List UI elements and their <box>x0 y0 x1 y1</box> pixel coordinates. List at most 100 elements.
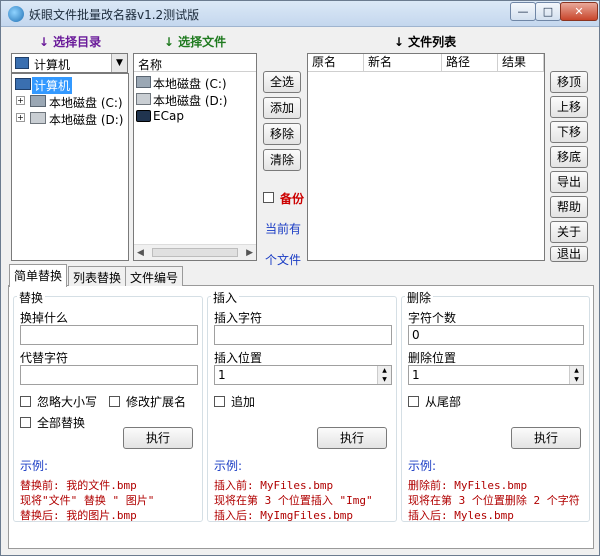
scroll-left-icon[interactable]: ◀ <box>137 248 144 258</box>
delete-example-title: 示例: <box>408 459 437 473</box>
insert-example-line: 插入后: MyImgFiles.bmp <box>214 509 353 522</box>
title-bar[interactable]: 妖眼文件批量改名器v1.2测试版 — □ ✕ <box>1 1 599 27</box>
move-up-button[interactable]: 上移 <box>550 96 588 118</box>
directory-combo[interactable]: 计算机 ▼ <box>11 53 128 73</box>
column-new-name[interactable]: 新名 <box>364 54 442 72</box>
select-all-button[interactable]: 全选 <box>263 71 301 93</box>
insert-group-title: 插入 <box>211 289 240 306</box>
computer-icon <box>15 78 31 90</box>
find-label: 换掉什么 <box>20 311 69 325</box>
maximize-button[interactable]: □ <box>535 2 561 21</box>
file-item-label: 本地磁盘 (C:) <box>153 77 227 91</box>
delete-position-value: 1 <box>412 368 420 382</box>
file-list-box[interactable]: 名称 本地磁盘 (C:) 本地磁盘 (D:) ECap ◀ ▶ <box>133 53 257 261</box>
find-input[interactable] <box>20 325 198 345</box>
insert-example-line: 插入前: MyFiles.bmp <box>214 479 334 492</box>
drive-icon <box>30 95 46 107</box>
scroll-right-icon[interactable]: ▶ <box>246 248 253 258</box>
delete-execute-button[interactable]: 执行 <box>511 427 581 449</box>
insert-execute-button[interactable]: 执行 <box>317 427 387 449</box>
maximize-icon: □ <box>542 5 554 18</box>
minimize-icon: — <box>517 5 529 18</box>
tree-item-label: 本地磁盘 (D:) <box>49 113 124 127</box>
tree-item-label: 计算机 <box>32 77 73 94</box>
replace-example-line: 替换后: 我的图片.bmp <box>20 509 137 522</box>
select-directory-header: ↓ 选择目录 <box>38 35 102 49</box>
append-checkbox[interactable] <box>214 396 225 407</box>
backup-label: 备份 <box>280 192 305 206</box>
tab-file-numbering[interactable]: 文件编号 <box>125 266 184 286</box>
move-bottom-button[interactable]: 移底 <box>550 146 588 168</box>
about-button[interactable]: 关于 <box>550 221 588 243</box>
tab-simple-replace[interactable]: 简单替换 <box>9 264 68 287</box>
up-arrow-icon[interactable]: ▲ <box>570 366 583 375</box>
insert-example-line: 现将在第 3 个位置插入 "Img" <box>214 494 373 507</box>
add-button[interactable]: 添加 <box>263 97 301 119</box>
delete-example-line: 删除前: MyFiles.bmp <box>408 479 528 492</box>
insert-group: 插入 插入字符 插入位置 1 ▲ ▼ 追加 执行 示例: 插入前: MyFiles… <box>207 289 399 525</box>
insert-chars-input[interactable] <box>214 325 392 345</box>
minimize-button[interactable]: — <box>510 2 536 21</box>
app-eye-icon <box>8 6 24 22</box>
tab-list-replace[interactable]: 列表替换 <box>68 266 127 286</box>
help-button[interactable]: 帮助 <box>550 196 588 218</box>
stepper-arrows[interactable]: ▲ ▼ <box>569 366 583 384</box>
scroll-thumb[interactable] <box>152 248 238 257</box>
modify-extension-label: 修改扩展名 <box>126 395 187 409</box>
stepper-arrows[interactable]: ▲ ▼ <box>377 366 391 384</box>
move-down-button[interactable]: 下移 <box>550 121 588 143</box>
replace-execute-button[interactable]: 执行 <box>123 427 193 449</box>
replace-with-input[interactable] <box>20 365 198 385</box>
delete-position-stepper[interactable]: 1 ▲ ▼ <box>408 365 584 385</box>
file-list-header: ↓ 文件列表 <box>393 35 457 49</box>
delete-example-line: 现将在第 3 个位置删除 2 个字符 <box>408 494 580 507</box>
file-column-header[interactable]: 名称 <box>134 54 256 72</box>
from-end-checkbox[interactable] <box>408 396 419 407</box>
close-button[interactable]: ✕ <box>560 2 598 21</box>
ecap-app-icon <box>136 110 151 122</box>
select-file-header: ↓ 选择文件 <box>163 35 227 49</box>
expand-icon[interactable]: + <box>16 96 25 105</box>
down-arrow-icon[interactable]: ▼ <box>378 375 391 384</box>
append-label: 追加 <box>231 395 256 409</box>
from-end-label: 从尾部 <box>425 395 462 409</box>
insert-position-stepper[interactable]: 1 ▲ ▼ <box>214 365 392 385</box>
directory-tree[interactable]: 计算机 + 本地磁盘 (C:) + 本地磁盘 (D:) <box>11 73 129 261</box>
window-title: 妖眼文件批量改名器v1.2测试版 <box>29 8 200 22</box>
up-arrow-icon[interactable]: ▲ <box>378 366 391 375</box>
move-top-button[interactable]: 移顶 <box>550 71 588 93</box>
expand-icon[interactable]: + <box>16 113 25 122</box>
delete-example-line: 插入后: Myles.bmp <box>408 509 514 522</box>
delete-position-label: 删除位置 <box>408 351 457 365</box>
column-path[interactable]: 路径 <box>442 54 498 72</box>
horizontal-scrollbar[interactable]: ◀ ▶ <box>134 244 256 260</box>
current-count-label: 当前有 <box>265 222 302 236</box>
drive-icon <box>136 93 151 105</box>
chevron-down-icon[interactable]: ▼ <box>111 54 127 72</box>
drive-icon <box>136 76 151 88</box>
rename-list[interactable]: 原名 新名 路径 结果 <box>307 53 545 261</box>
exit-button[interactable]: 退出 <box>550 246 588 262</box>
delete-group: 删除 字符个数 0 删除位置 1 ▲ ▼ 从尾部 执行 示例: 删除前: MyFi… <box>401 289 591 525</box>
app-window: 妖眼文件批量改名器v1.2测试版 — □ ✕ ↓ 选择目录 ↓ 选择文件 ↓ 文… <box>0 0 600 556</box>
ignore-case-checkbox[interactable] <box>20 396 31 407</box>
ignore-case-label: 忽略大小写 <box>37 395 98 409</box>
remove-button[interactable]: 移除 <box>263 123 301 145</box>
export-button[interactable]: 导出 <box>550 171 588 193</box>
replace-with-label: 代替字符 <box>20 351 69 365</box>
column-original-name[interactable]: 原名 <box>308 54 364 72</box>
replace-all-checkbox[interactable] <box>20 417 31 428</box>
file-column-name: 名称 <box>138 58 163 72</box>
down-arrow-icon[interactable]: ▼ <box>570 375 583 384</box>
replace-all-label: 全部替换 <box>37 416 86 430</box>
char-count-input[interactable]: 0 <box>408 325 584 345</box>
modify-extension-checkbox[interactable] <box>109 396 120 407</box>
file-item-label: ECap <box>153 109 184 123</box>
computer-icon <box>15 57 29 69</box>
char-count-label: 字符个数 <box>408 311 457 325</box>
insert-example-title: 示例: <box>214 459 243 473</box>
insert-position-value: 1 <box>218 368 226 382</box>
backup-checkbox[interactable] <box>263 192 274 203</box>
clear-button[interactable]: 清除 <box>263 149 301 171</box>
column-result[interactable]: 结果 <box>498 54 544 72</box>
